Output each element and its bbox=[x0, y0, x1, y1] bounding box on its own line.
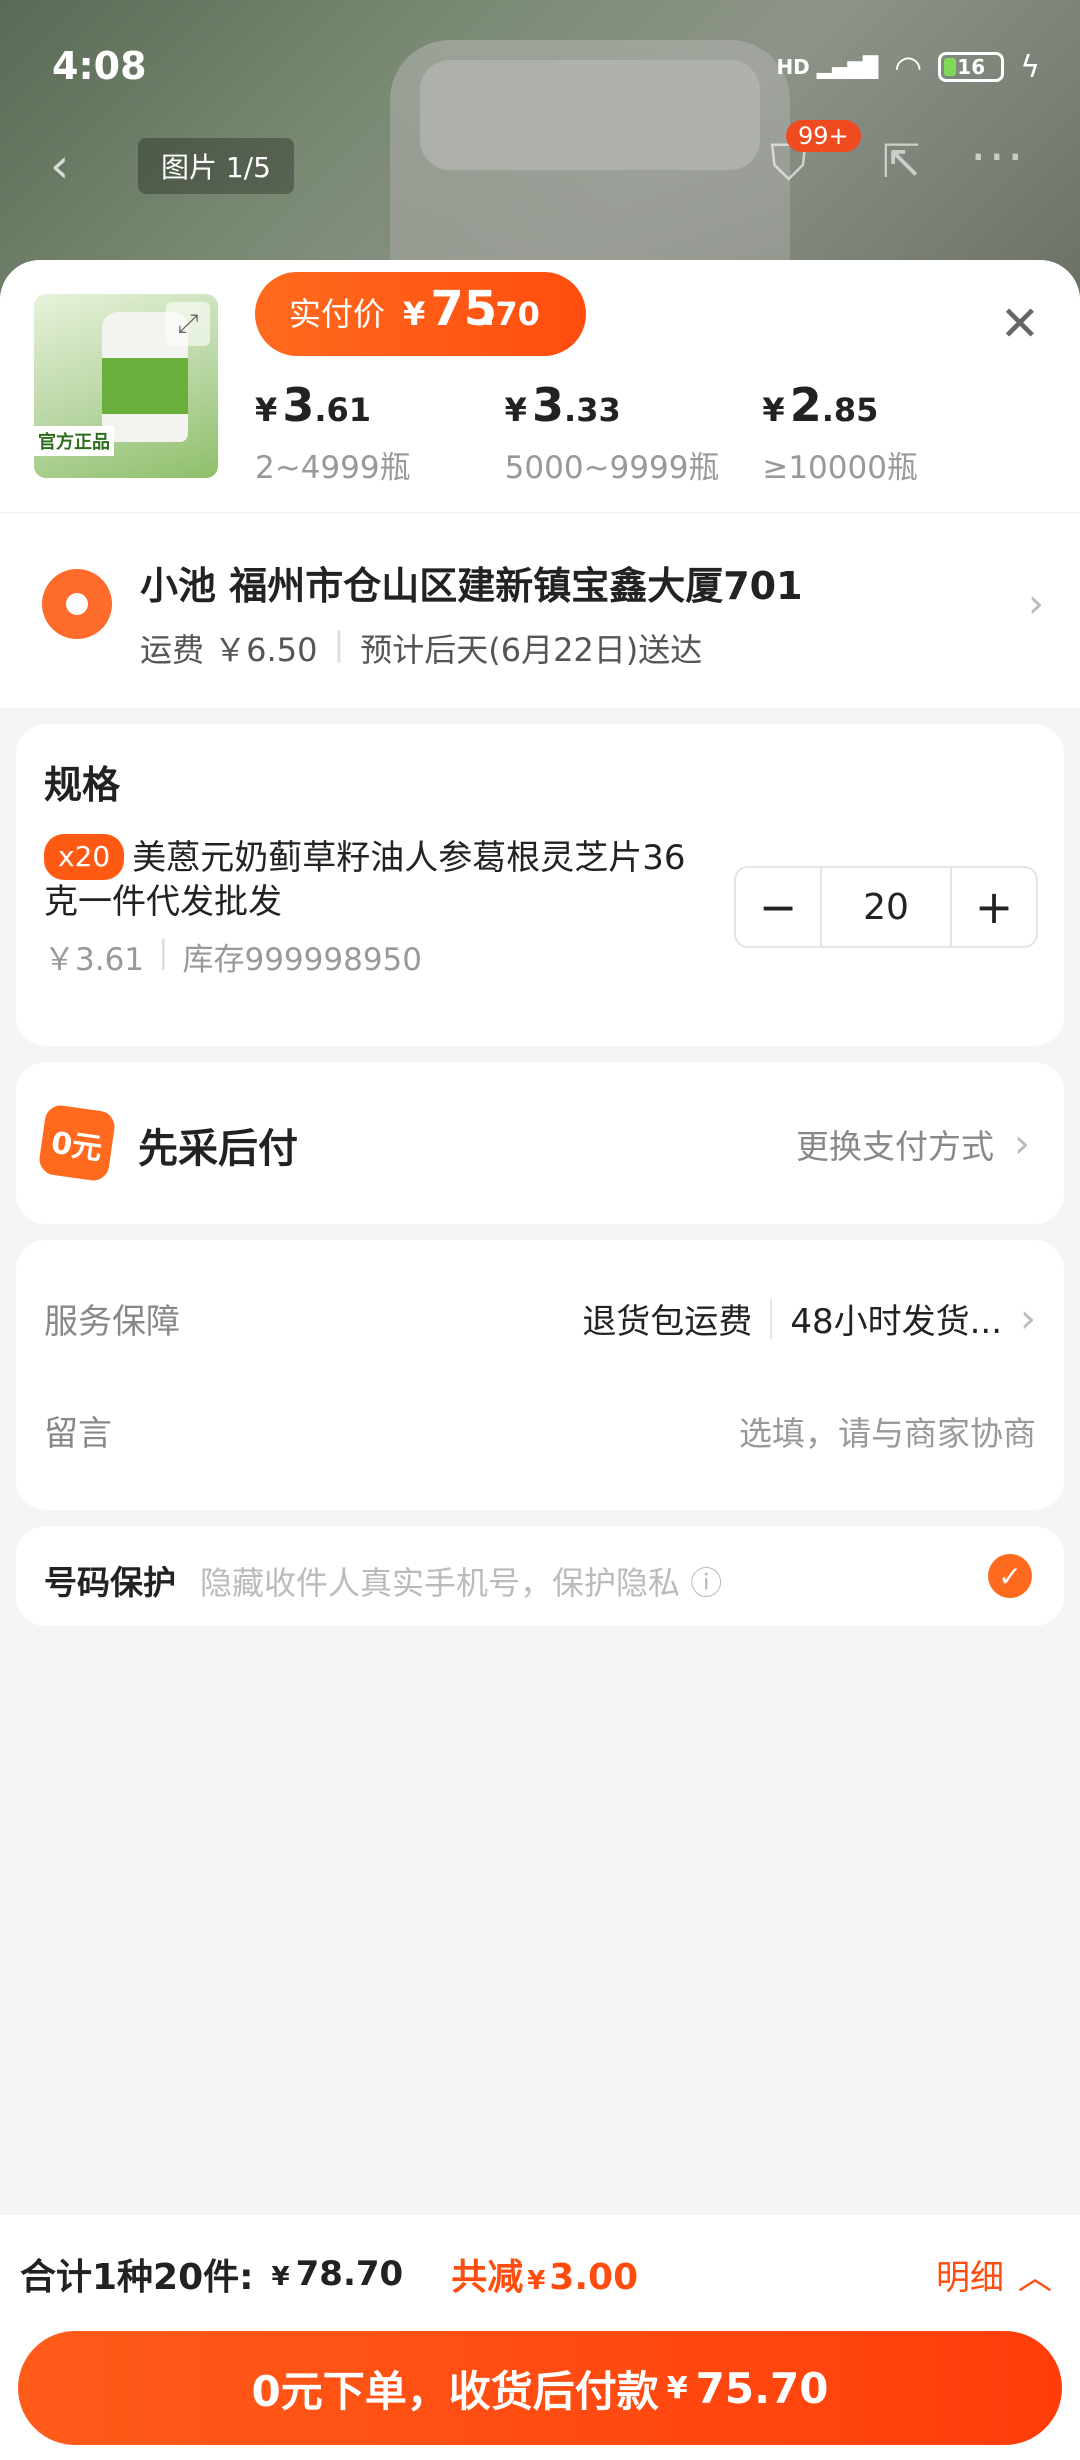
order-footer: 合计1种20件: ¥78.70 共减 ¥3.00 明细 ︿ 0元下单，收货后付款 … bbox=[0, 2215, 1080, 2460]
more-icon[interactable]: ··· bbox=[970, 128, 1026, 188]
note-row[interactable]: 留言 选填，请与商家协商 bbox=[44, 1406, 1036, 1455]
submit-label: 0元下单，收货后付款 bbox=[251, 2366, 659, 2416]
note-label: 留言 bbox=[44, 1414, 112, 1454]
increase-button[interactable]: + bbox=[952, 868, 1036, 946]
discount: 共减 ¥3.00 bbox=[451, 2257, 639, 2298]
submit-order-button[interactable]: 0元下单，收货后付款 ¥ 75.70 bbox=[18, 2331, 1062, 2445]
spec-meta: ￥3.61 | 库存999998950 bbox=[44, 934, 422, 978]
change-payment-label: 更换支付方式 bbox=[796, 1127, 994, 1166]
privacy-checkbox[interactable]: ✓ bbox=[988, 1554, 1032, 1598]
service-48h-shipping: 48小时发货... bbox=[790, 1302, 1002, 1342]
note-input[interactable]: 选填，请与商家协商 bbox=[739, 1407, 1036, 1455]
freight-fee: 运费 ￥6.50 bbox=[140, 631, 318, 669]
charging-icon: ϟ bbox=[1020, 49, 1040, 85]
delivery-info: 运费 ￥6.50 | 预计后天(6月22日)送达 bbox=[140, 625, 703, 669]
image-counter: 图片 1/5 bbox=[138, 138, 294, 194]
chevron-right-icon: › bbox=[1028, 581, 1044, 627]
tier-qty: 2~4999瓶 bbox=[255, 450, 411, 486]
wifi-icon: ◠ bbox=[894, 48, 923, 86]
help-icon[interactable]: ⓘ bbox=[690, 1564, 722, 1602]
share-icon[interactable]: ⇱ bbox=[882, 134, 921, 188]
close-icon[interactable]: ✕ bbox=[1000, 296, 1040, 352]
pay-price-symbol: ¥ bbox=[403, 295, 426, 333]
tier-qty: 5000~9999瓶 bbox=[504, 450, 720, 486]
service-label: 服务保障 bbox=[44, 1302, 180, 1342]
delivery-eta: 预计后天(6月22日)送达 bbox=[360, 631, 703, 669]
spec-card: 规格 x20 美蒽元奶蓟草籽油人参葛根灵芝片36克一件代发批发 ￥3.61 | 库… bbox=[16, 724, 1064, 1046]
detail-label: 明细 bbox=[936, 2257, 1004, 2298]
spec-stock: 库存999998950 bbox=[182, 942, 422, 978]
product-header: 官方正品 ⤢ 实付价 ¥ 75.70 ✕ ¥ 3.61 2~4999瓶 ¥ 3.… bbox=[0, 260, 1080, 512]
decrease-button[interactable]: − bbox=[736, 868, 820, 946]
submit-amount: 75.70 bbox=[695, 2363, 829, 2413]
cart-badge: 99+ bbox=[786, 120, 861, 152]
signal-icon: HD ▂▄▆█ bbox=[776, 55, 879, 79]
pay-later-icon: 0元 bbox=[37, 1103, 117, 1183]
address-row[interactable]: 小池 福州市仓山区建新镇宝鑫大厦701 运费 ￥6.50 | 预计后天(6月22… bbox=[0, 512, 1080, 708]
spec-name-text: 美蒽元奶蓟草籽油人参葛根灵芝片36克一件代发批发 bbox=[44, 838, 686, 922]
address-text: 小池 福州市仓山区建新镇宝鑫大厦701 bbox=[140, 564, 803, 608]
total-row: 合计1种20件: ¥78.70 共减 ¥3.00 明细 ︿ bbox=[20, 2237, 1052, 2311]
spec-price: ￥3.61 bbox=[44, 942, 145, 978]
pay-price-label: 实付价 bbox=[289, 295, 386, 333]
background-nav: ‹ 图片 1/5 ⛉ 99+ ⇱ ··· bbox=[0, 120, 1080, 198]
privacy-card: 号码保护 隐藏收件人真实手机号，保护隐私 ⓘ ✓ bbox=[16, 1526, 1064, 1626]
chevron-right-icon: › bbox=[1014, 1121, 1030, 1167]
expand-icon[interactable]: ⤢ bbox=[166, 302, 210, 346]
status-time: 4:08 bbox=[52, 44, 147, 88]
quantity-input[interactable]: 20 bbox=[820, 868, 952, 946]
location-pin-icon bbox=[42, 569, 112, 639]
back-icon[interactable]: ‹ bbox=[50, 138, 69, 194]
pay-price-pill: 实付价 ¥ 75.70 bbox=[255, 272, 586, 356]
total-amount: ¥78.70 bbox=[271, 2254, 404, 2294]
price-tier: ¥ 3.61 2~4999瓶 bbox=[255, 378, 513, 487]
service-return-shipping: 退货包运费 bbox=[582, 1302, 753, 1342]
service-card: 服务保障 退货包运费 48小时发货... › 留言 选填，请与商家协商 bbox=[16, 1240, 1064, 1510]
detail-toggle[interactable]: 明细 ︿ bbox=[936, 2250, 1052, 2299]
chevron-right-icon: › bbox=[1020, 1295, 1036, 1342]
order-sheet: 官方正品 ⤢ 实付价 ¥ 75.70 ✕ ¥ 3.61 2~4999瓶 ¥ 3.… bbox=[0, 260, 1080, 2460]
chevron-up-icon: ︿ bbox=[1018, 2257, 1052, 2298]
status-icons: HD ▂▄▆█ ◠ 16 ϟ bbox=[776, 48, 1040, 86]
spec-item-name: x20 美蒽元奶蓟草籽油人参葛根灵芝片36克一件代发批发 bbox=[44, 834, 704, 924]
payment-card[interactable]: 0元 先采后付 更换支付方式 › bbox=[16, 1062, 1064, 1224]
privacy-label: 号码保护 bbox=[44, 1563, 176, 1602]
service-row[interactable]: 服务保障 退货包运费 48小时发货... › bbox=[44, 1294, 1036, 1343]
pay-price-dec: .70 bbox=[483, 295, 540, 333]
tier-qty: ≥10000瓶 bbox=[762, 450, 918, 486]
official-tag: 官方正品 bbox=[34, 426, 114, 456]
total-label: 合计1种20件: bbox=[20, 2257, 254, 2298]
spec-title: 规格 bbox=[44, 763, 121, 807]
change-payment[interactable]: 更换支付方式 › bbox=[796, 1120, 1030, 1168]
bottle-label bbox=[102, 358, 188, 414]
submit-symbol: ¥ bbox=[666, 2370, 688, 2406]
status-bar: 4:08 HD ▂▄▆█ ◠ 16 ϟ bbox=[0, 0, 1080, 140]
battery-icon: 16 bbox=[938, 52, 1005, 82]
price-tier: ¥ 3.33 5000~9999瓶 bbox=[505, 378, 763, 487]
product-thumbnail[interactable]: 官方正品 ⤢ bbox=[34, 294, 218, 478]
payment-label: 先采后付 bbox=[138, 1126, 298, 1172]
quantity-stepper: − 20 + bbox=[734, 866, 1038, 948]
privacy-desc: 隐藏收件人真实手机号，保护隐私 ⓘ bbox=[200, 1564, 723, 1602]
qty-badge: x20 bbox=[44, 834, 125, 880]
price-tier: ¥ 2.85 ≥10000瓶 bbox=[762, 378, 1020, 487]
price-tiers: ¥ 3.61 2~4999瓶 ¥ 3.33 5000~9999瓶 ¥ 2.85 … bbox=[255, 378, 1020, 487]
